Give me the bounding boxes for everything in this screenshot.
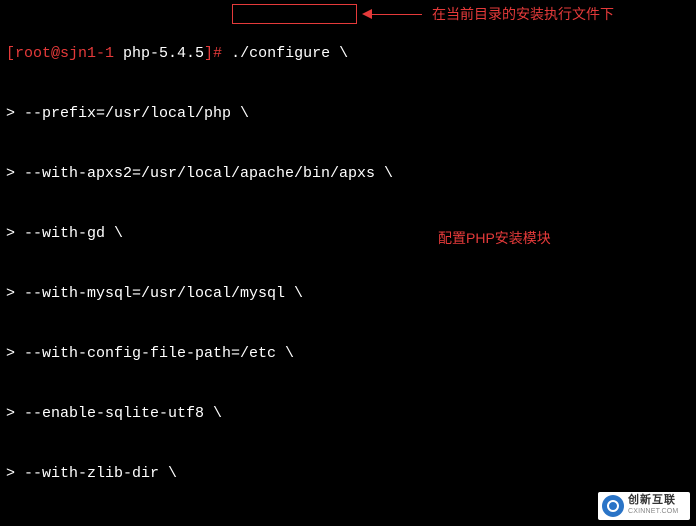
prompt-command: ./configure \ [231, 45, 348, 62]
prompt-cwd: php-5.4.5 [123, 45, 204, 62]
watermark-en: CXINNET.COM [628, 506, 678, 517]
prompt-suffix: ]# [204, 45, 231, 62]
cont-line: > --with-gd \ [6, 224, 690, 244]
cont-line: > --with-zlib-dir \ [6, 464, 690, 484]
cont-line: > --with-config-file-path=/etc \ [6, 344, 690, 364]
terminal[interactable]: [root@sjn1-1 php-5.4.5]# ./configure \ >… [0, 0, 696, 526]
cont-line: > --with-mysql=/usr/local/mysql \ [6, 284, 690, 304]
logo-icon [602, 495, 624, 517]
watermark: 创新互联 CXINNET.COM [598, 492, 690, 520]
prompt-user-host: [root@sjn1-1 [6, 45, 123, 62]
prompt-line: [root@sjn1-1 php-5.4.5]# ./configure \ [6, 44, 690, 64]
watermark-cn: 创新互联 [628, 495, 678, 506]
cont-line: > --prefix=/usr/local/php \ [6, 104, 690, 124]
cont-line: > --enable-sqlite-utf8 \ [6, 404, 690, 424]
cont-line: > --with-apxs2=/usr/local/apache/bin/apx… [6, 164, 690, 184]
